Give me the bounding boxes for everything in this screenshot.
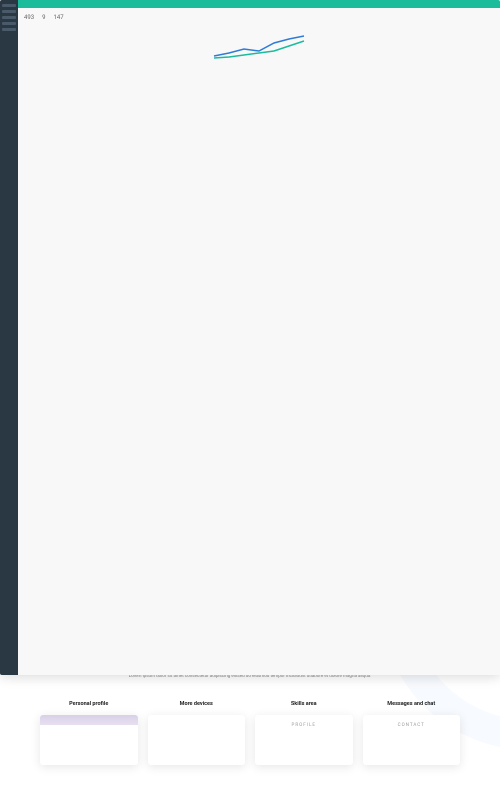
sup-card xyxy=(40,715,138,765)
sup-card xyxy=(148,715,246,765)
support-column: Personal profile xyxy=(40,701,138,765)
sup-title: Messages and chat xyxy=(363,701,461,707)
stat-value: 147 xyxy=(54,14,64,21)
sup-card: CONTACT xyxy=(363,715,461,765)
sup-card: PROFILE xyxy=(255,715,353,765)
card-label: PROFILE xyxy=(292,723,316,728)
support-column: More devices xyxy=(148,701,246,765)
sup-title: Personal profile xyxy=(40,701,138,707)
support-column: Skills area PROFILE xyxy=(255,701,353,765)
sup-title: Skills area xyxy=(255,701,353,707)
dashboard-screenshot: 493 9 147 xyxy=(310,524,440,604)
stat-value: 9 xyxy=(42,14,45,21)
support-column: Messages and chat CONTACT xyxy=(363,701,461,765)
support-sub: Lorem ipsum dolor sit amet consectetur a… xyxy=(125,674,375,681)
sup-title: More devices xyxy=(148,701,246,707)
card-label: CONTACT xyxy=(398,723,425,728)
swsol-section: Software solutions for everyone State of… xyxy=(60,494,440,634)
stat-value: 493 xyxy=(24,14,34,21)
